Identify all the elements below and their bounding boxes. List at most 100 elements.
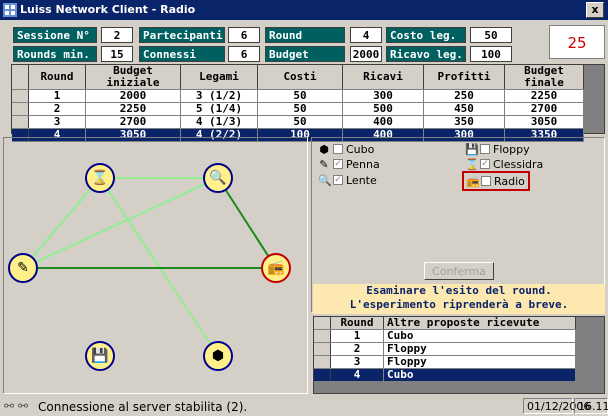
option-cubo[interactable]: ⬢ Cubo: [318, 142, 374, 156]
session-value: 2: [101, 27, 133, 43]
option-label: Penna: [346, 157, 380, 171]
cell: 2: [28, 102, 86, 116]
radio-icon: 📻: [267, 260, 285, 276]
message-line-1: Esaminare l'esito del round.: [366, 284, 552, 297]
row-header[interactable]: [12, 102, 29, 116]
row-header[interactable]: [314, 368, 331, 382]
cell: Floppy: [383, 355, 576, 369]
cell: 2700: [504, 102, 584, 116]
cell: 3: [28, 115, 86, 129]
participants-value: 6: [228, 27, 260, 43]
floppy-icon: 💾: [465, 142, 479, 156]
status-date: 01/12/2006: [523, 398, 590, 414]
cell: 50: [257, 89, 343, 103]
cell: 500: [342, 102, 424, 116]
budget-value: 2000: [350, 46, 382, 62]
table-row[interactable]: 3 2700 4 (1/3) 50 400 350 3050: [12, 115, 584, 129]
magnifier-icon: 🔍: [209, 170, 227, 186]
col-header-budget-iniziale[interactable]: Budget iniziale: [85, 65, 181, 90]
close-button[interactable]: x: [586, 2, 604, 18]
session-label: Sessione N°: [13, 27, 97, 43]
connection-icon: ⚯: [18, 399, 29, 413]
cube-icon: ⬢: [319, 142, 329, 156]
row-header[interactable]: [314, 355, 331, 369]
table-row-selected[interactable]: 4 Cubo: [314, 368, 576, 382]
round-value: 4: [350, 27, 382, 43]
table-row[interactable]: 3 Floppy: [314, 355, 576, 369]
cell: 2700: [85, 115, 181, 129]
proposals-table[interactable]: Round Altre proposte ricevute 1 Cubo 2 Flo…: [314, 317, 576, 382]
row-header[interactable]: [12, 115, 29, 129]
cell: Cubo: [383, 329, 576, 343]
col-header-altre-proposte[interactable]: Altre proposte ricevute: [383, 317, 576, 330]
floppy-checkbox[interactable]: [480, 144, 490, 154]
rounds-table[interactable]: Round Budget iniziale Legami Costi Ricav…: [12, 65, 584, 142]
table-row[interactable]: 1 2000 3 (1/2) 50 300 250 2250: [12, 89, 584, 103]
status-message: Esaminare l'esito del round. L'esperimen…: [313, 284, 605, 314]
option-floppy[interactable]: 💾 Floppy: [465, 142, 530, 156]
cell: 300: [342, 89, 424, 103]
option-label: Clessidra: [493, 157, 544, 171]
option-label: Radio: [494, 174, 525, 188]
col-header-round[interactable]: Round: [28, 65, 86, 90]
link-lente-penna: [22, 177, 219, 269]
connection-icon: ⚯: [4, 399, 15, 413]
col-header-legami[interactable]: Legami: [180, 65, 258, 90]
pen-icon: ✎: [319, 157, 329, 171]
clessidra-checkbox[interactable]: ✓: [480, 159, 490, 169]
table-row[interactable]: 2 2250 5 (1/4) 50 500 450 2700: [12, 102, 584, 116]
hourglass-icon: ⌛: [465, 157, 479, 171]
row-header[interactable]: [314, 342, 331, 356]
network-app-icon: [3, 3, 17, 17]
link-clessidra-penna: [22, 177, 101, 269]
option-penna[interactable]: ✎ ✓ Penna: [318, 157, 380, 171]
remaining-rounds-display: 25: [549, 25, 605, 59]
cell: 5 (1/4): [180, 102, 258, 116]
node-cubo: ⬢: [203, 341, 233, 371]
cell: Cubo: [383, 368, 576, 382]
cell: 2250: [504, 89, 584, 103]
cubo-checkbox[interactable]: [333, 144, 343, 154]
link-cost-label: Costo leg.: [386, 27, 466, 43]
min-rounds-label: Rounds min.: [13, 46, 97, 62]
cell: 1: [330, 329, 384, 343]
cell: Floppy: [383, 342, 576, 356]
col-header-budget-finale[interactable]: Budget finale: [504, 65, 584, 90]
option-label: Cubo: [346, 142, 375, 156]
option-clessidra[interactable]: ⌛ ✓ Clessidra: [465, 157, 543, 171]
link-revenue-label: Ricavo leg.: [386, 46, 466, 62]
node-radio-self: 📻: [261, 253, 291, 283]
node-lente: 🔍: [203, 163, 233, 193]
cube-icon: ⬢: [211, 348, 225, 364]
rounds-table-panel: Round Budget iniziale Legami Costi Ricav…: [11, 64, 605, 142]
node-clessidra: ⌛: [85, 163, 115, 193]
hourglass-icon: ⌛: [91, 170, 109, 186]
table-row[interactable]: 1 Cubo: [314, 329, 576, 343]
title-bar: Luiss Network Client - Radio x: [0, 0, 608, 20]
option-lente[interactable]: 🔍 ✓ Lente: [318, 173, 377, 187]
col-header-costi[interactable]: Costi: [257, 65, 343, 90]
col-header-ricavi[interactable]: Ricavi: [342, 65, 424, 90]
min-rounds-value: 15: [101, 46, 133, 62]
cell: 350: [423, 115, 505, 129]
message-line-2: L'esperimento riprenderà a breve.: [349, 298, 569, 311]
lente-checkbox[interactable]: ✓: [333, 175, 343, 185]
round-label: Round: [265, 27, 345, 43]
cell: 2: [330, 342, 384, 356]
cell: 3050: [504, 115, 584, 129]
confirm-button[interactable]: Conferma: [424, 262, 494, 280]
penna-checkbox[interactable]: ✓: [333, 159, 343, 169]
row-header[interactable]: [12, 89, 29, 103]
row-header-corner: [12, 65, 29, 90]
table-row[interactable]: 2 Floppy: [314, 342, 576, 356]
col-header-round[interactable]: Round: [330, 317, 384, 330]
row-header[interactable]: [314, 329, 331, 343]
col-header-profitti[interactable]: Profitti: [423, 65, 505, 90]
cell: 2000: [85, 89, 181, 103]
pen-icon: ✎: [17, 260, 29, 276]
radio-checkbox[interactable]: [481, 176, 491, 186]
cell: 4 (1/3): [180, 115, 258, 129]
cell: 250: [423, 89, 505, 103]
status-bar: ⚯ ⚯ Connessione al server stabilita (2).…: [0, 398, 608, 416]
option-radio-self[interactable]: 📻 Radio: [462, 171, 530, 191]
